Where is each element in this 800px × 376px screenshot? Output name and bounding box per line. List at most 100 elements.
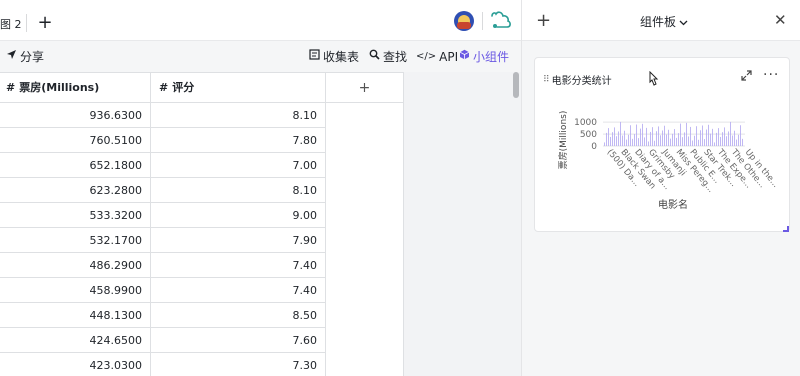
chart-bar[interactable] — [734, 130, 735, 146]
chart-bar[interactable] — [696, 126, 697, 146]
chart-bar[interactable] — [634, 134, 635, 146]
add-column-button[interactable]: + — [326, 73, 403, 103]
api-button[interactable]: </> API — [416, 49, 458, 65]
chart-bar[interactable] — [616, 136, 617, 146]
cell-rating[interactable]: 8.50 — [151, 303, 326, 328]
chart-bar[interactable] — [732, 135, 733, 146]
chart-bar[interactable] — [636, 124, 637, 146]
chart-bar[interactable] — [654, 140, 655, 146]
chart-bar[interactable] — [640, 128, 641, 146]
chart-bar[interactable] — [690, 126, 691, 146]
chart-bar[interactable] — [648, 141, 649, 146]
scrollbar-track[interactable] — [510, 72, 521, 376]
cell-box-office[interactable]: 532.1700 — [0, 228, 151, 253]
chart-bar[interactable] — [642, 123, 643, 146]
chart-bar[interactable] — [630, 125, 631, 146]
chart-bar[interactable] — [708, 124, 709, 146]
widgets-button[interactable]: 小组件 — [459, 49, 509, 65]
cell-rating[interactable]: 7.00 — [151, 153, 326, 178]
chart-bar[interactable] — [718, 128, 719, 146]
chart-bar[interactable] — [620, 121, 621, 146]
cell-box-office[interactable]: 486.2900 — [0, 253, 151, 278]
cell-box-office[interactable]: 533.3200 — [0, 203, 151, 228]
chart-bar[interactable] — [614, 127, 615, 146]
chart-bar[interactable] — [608, 128, 609, 146]
chart-bar[interactable] — [626, 139, 627, 146]
cell-box-office[interactable]: 936.6300 — [0, 103, 151, 128]
resize-handle[interactable] — [783, 226, 789, 232]
cell-rating[interactable]: 7.40 — [151, 253, 326, 278]
cell-box-office[interactable]: 623.2800 — [0, 178, 151, 203]
chart-bar[interactable] — [674, 129, 675, 146]
chart-bar[interactable] — [656, 131, 657, 146]
cell-rating[interactable]: 7.90 — [151, 228, 326, 253]
chart-bar[interactable] — [742, 138, 743, 146]
column-header-rating[interactable]: # 评分 — [151, 73, 326, 103]
chart-bar[interactable] — [680, 123, 681, 146]
add-tab-button[interactable]: + — [36, 12, 54, 34]
chart-bar[interactable] — [740, 125, 741, 146]
chart-bar[interactable] — [700, 130, 701, 146]
cell-box-office[interactable]: 458.9900 — [0, 278, 151, 303]
chart-bar[interactable] — [726, 136, 727, 146]
find-button[interactable]: 查找 — [369, 49, 407, 65]
chart-bar[interactable] — [736, 139, 737, 146]
chart-bar[interactable] — [660, 135, 661, 146]
chart-bar[interactable] — [682, 137, 683, 146]
chart-bar[interactable] — [604, 142, 605, 146]
chart-bar[interactable] — [686, 122, 687, 146]
chart-bar[interactable] — [716, 132, 717, 146]
chart-bar[interactable] — [666, 134, 667, 146]
chart-bar[interactable] — [646, 127, 647, 146]
chart-bar[interactable] — [658, 126, 659, 146]
chart-bar[interactable] — [724, 127, 725, 146]
chart-bar[interactable] — [612, 132, 613, 146]
cell-box-office[interactable]: 652.1800 — [0, 153, 151, 178]
panel-title-dropdown[interactable]: 组件板 — [640, 13, 688, 30]
chart-bar[interactable] — [714, 142, 715, 146]
chart-bar[interactable] — [702, 125, 703, 146]
cell-box-office[interactable]: 424.6500 — [0, 328, 151, 353]
chart-bar[interactable] — [684, 132, 685, 146]
form-button[interactable]: 收集表 — [309, 49, 359, 65]
cell-rating[interactable]: 7.40 — [151, 278, 326, 303]
chart-bar[interactable] — [712, 128, 713, 146]
cell-box-office[interactable]: 423.0300 — [0, 353, 151, 376]
chart-bar[interactable] — [668, 129, 669, 146]
chart-bar[interactable] — [694, 135, 695, 146]
chart-bar[interactable] — [662, 130, 663, 147]
chart-bar[interactable] — [722, 132, 723, 146]
chart-bar[interactable] — [698, 139, 699, 146]
chart-bar[interactable] — [606, 132, 607, 146]
cell-rating[interactable]: 7.80 — [151, 128, 326, 153]
chart-bar[interactable] — [664, 125, 665, 146]
chart-bar[interactable] — [644, 137, 645, 146]
share-button[interactable]: 分享 — [6, 49, 44, 65]
cloud-sync-icon[interactable] — [489, 10, 513, 32]
chart-bar[interactable] — [692, 140, 693, 146]
chart-bar[interactable] — [650, 131, 651, 146]
cell-rating[interactable]: 7.30 — [151, 353, 326, 376]
chart-bar[interactable] — [678, 133, 679, 146]
close-icon[interactable]: ✕ — [774, 11, 787, 29]
chart-bar[interactable] — [704, 139, 705, 146]
chart-bar[interactable] — [652, 127, 653, 146]
cell-box-office[interactable]: 760.5100 — [0, 128, 151, 153]
chart-bar[interactable] — [638, 138, 639, 146]
chart-bar[interactable] — [622, 135, 623, 146]
chart-bar[interactable] — [710, 133, 711, 146]
scrollbar-thumb[interactable] — [513, 72, 519, 98]
chart-bar[interactable] — [672, 133, 673, 146]
chart-bar[interactable] — [624, 130, 625, 146]
cell-rating[interactable]: 8.10 — [151, 103, 326, 128]
cell-box-office[interactable]: 448.1300 — [0, 303, 151, 328]
chart-bar[interactable] — [628, 134, 629, 146]
chart-bar[interactable] — [632, 138, 633, 146]
chart-bar[interactable] — [720, 136, 721, 146]
chart-bar[interactable] — [728, 131, 729, 146]
tab-label[interactable]: 图 2 — [0, 16, 22, 32]
chart-bar[interactable] — [706, 129, 707, 146]
cell-rating[interactable]: 8.10 — [151, 178, 326, 203]
avatar[interactable] — [454, 11, 474, 31]
chart-bar[interactable] — [730, 121, 731, 146]
